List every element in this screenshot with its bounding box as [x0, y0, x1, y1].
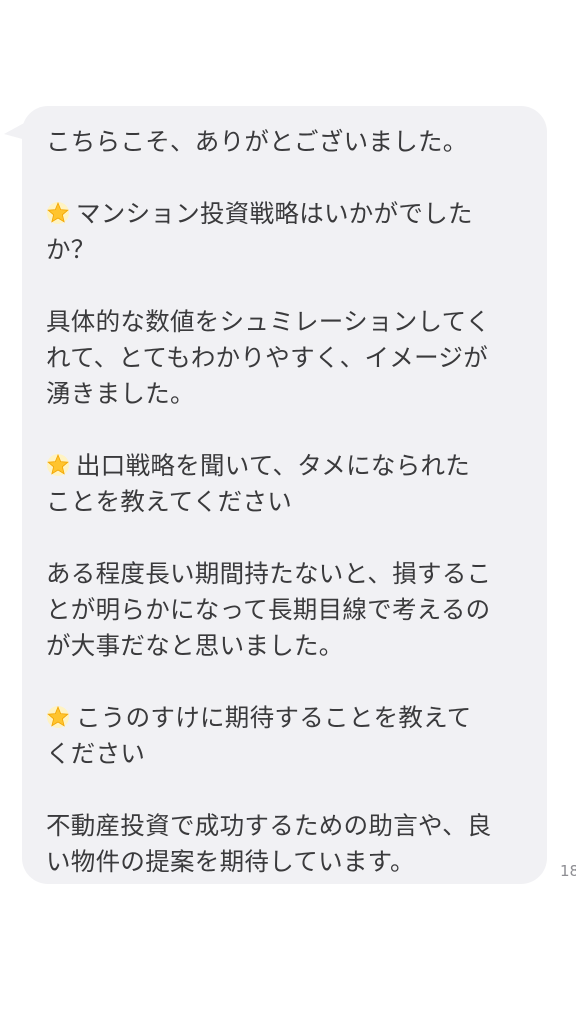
glowing-star-icon: [46, 199, 70, 224]
glowing-star-icon: [46, 451, 70, 476]
answer-line: が大事だなと思いました。: [46, 631, 344, 660]
question-line: マンション投資戦略はいかがでした: [46, 196, 529, 232]
message-line: ことを教えてください: [46, 487, 293, 516]
message-line: ください: [46, 739, 146, 768]
message-line: か？: [46, 235, 96, 264]
answer-line: 具体的な数値をシュミレーションしてく: [46, 307, 491, 336]
question-line: 出口戦略を聞いて、タメになられた: [46, 448, 529, 484]
chat-screen: こちらこそ、ありがとございました。 マンション投資戦略はいかがでした か？ 具体…: [0, 0, 576, 1024]
message-bubble[interactable]: こちらこそ、ありがとございました。 マンション投資戦略はいかがでした か？ 具体…: [22, 106, 547, 884]
answer-line: 湧きました。: [46, 379, 195, 408]
answer-line: れて、とてもわかりやすく、イメージが: [46, 343, 488, 372]
message-line: こちらこそ、ありがとございました。: [46, 127, 468, 156]
answer-line: ある程度長い期間持たないと、損するこ: [46, 559, 492, 588]
answer-line: い物件の提案を期待しています。: [46, 847, 415, 876]
answer-line: とが明らかになって長期目線で考えるの: [46, 595, 491, 624]
message-timestamp: 18: [560, 862, 576, 880]
glowing-star-icon: [46, 703, 70, 728]
question-line: こうのすけに期待することを教えて: [46, 700, 529, 736]
answer-line: 不動産投資で成功するための助言や、良: [46, 811, 492, 840]
question-text: こうのすけに期待することを教えて: [76, 703, 472, 732]
question-text: マンション投資戦略はいかがでした: [76, 199, 473, 228]
question-text: 出口戦略を聞いて、タメになられた: [76, 451, 471, 480]
